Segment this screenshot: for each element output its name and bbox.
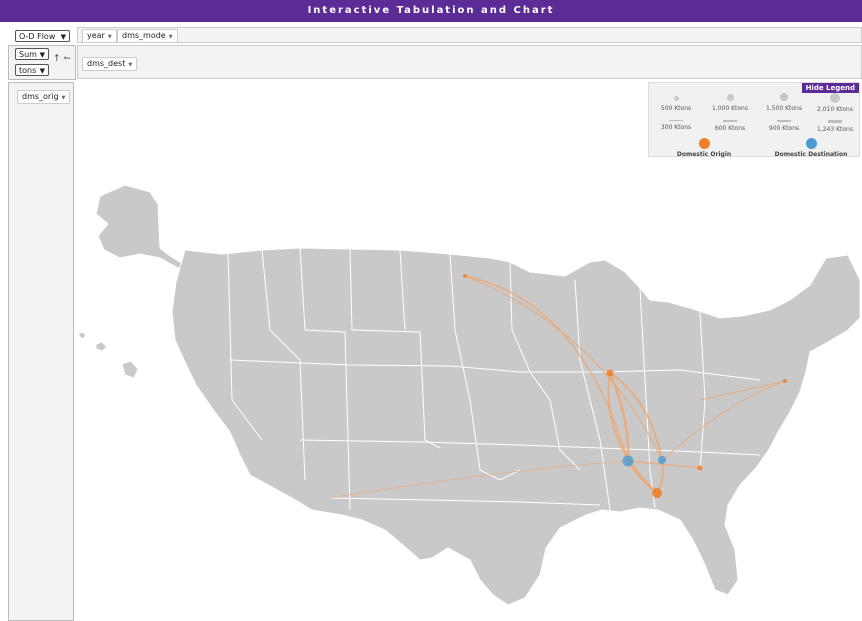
legend-circle-size: 500 Ktons [650, 96, 702, 112]
legend-line-width: 900 Ktons [758, 120, 810, 132]
origin-node[interactable] [606, 369, 614, 377]
origin-node[interactable] [783, 379, 787, 383]
legend-circle-size: 1,500 Ktons [758, 93, 810, 112]
origin-node[interactable] [463, 274, 467, 278]
size-circle-icon [726, 94, 734, 101]
legend-origin: Domestic Origin [654, 138, 754, 158]
hide-legend-button[interactable]: Hide Legend [801, 83, 859, 93]
hawaii-shape [77, 331, 139, 379]
legend-circle-label: 1,500 Ktons [766, 105, 802, 112]
origin-node[interactable] [652, 488, 662, 498]
destination-node[interactable] [658, 456, 666, 464]
legend-line-width: 300 Ktons [650, 120, 702, 131]
legend-destination: Domestic Destination [761, 138, 861, 158]
legend-line-label: 300 Ktons [660, 124, 692, 131]
legend-line-width: 1,243 Ktons [809, 120, 861, 133]
size-circle-icon [780, 93, 788, 101]
origin-node[interactable] [697, 465, 703, 471]
map-legend: Hide Legend 500 Ktons 1,000 Ktons 1,500 … [648, 82, 861, 158]
alaska-shape [95, 184, 192, 269]
legend-line-label: 600 Ktons [714, 124, 746, 132]
line-width-icon [669, 120, 683, 121]
legend-origin-label: Domestic Origin [676, 151, 732, 158]
legend-line-label: 900 Ktons [768, 125, 800, 132]
legend-circle-label: 2,010 Ktons [817, 106, 853, 113]
size-circle-icon [830, 93, 840, 103]
destination-node[interactable] [622, 455, 634, 467]
size-circle-icon [673, 96, 679, 101]
legend-circle-label: 500 Ktons [660, 105, 692, 112]
origin-circle-icon [698, 138, 710, 149]
legend-circle-label: 1,000 Ktons [712, 105, 748, 112]
legend-line-label: 1,243 Ktons [817, 125, 853, 133]
line-width-icon [777, 120, 791, 122]
contiguous-us-shape [171, 247, 861, 606]
destination-circle-icon [805, 138, 817, 149]
legend-circle-size: 2,010 Ktons [809, 93, 861, 113]
legend-line-width: 600 Ktons [704, 120, 756, 132]
line-width-icon [828, 120, 842, 123]
legend-destination-label: Domestic Destination [774, 151, 848, 158]
line-width-icon [723, 120, 737, 122]
legend-circle-size: 1,000 Ktons [704, 94, 756, 112]
